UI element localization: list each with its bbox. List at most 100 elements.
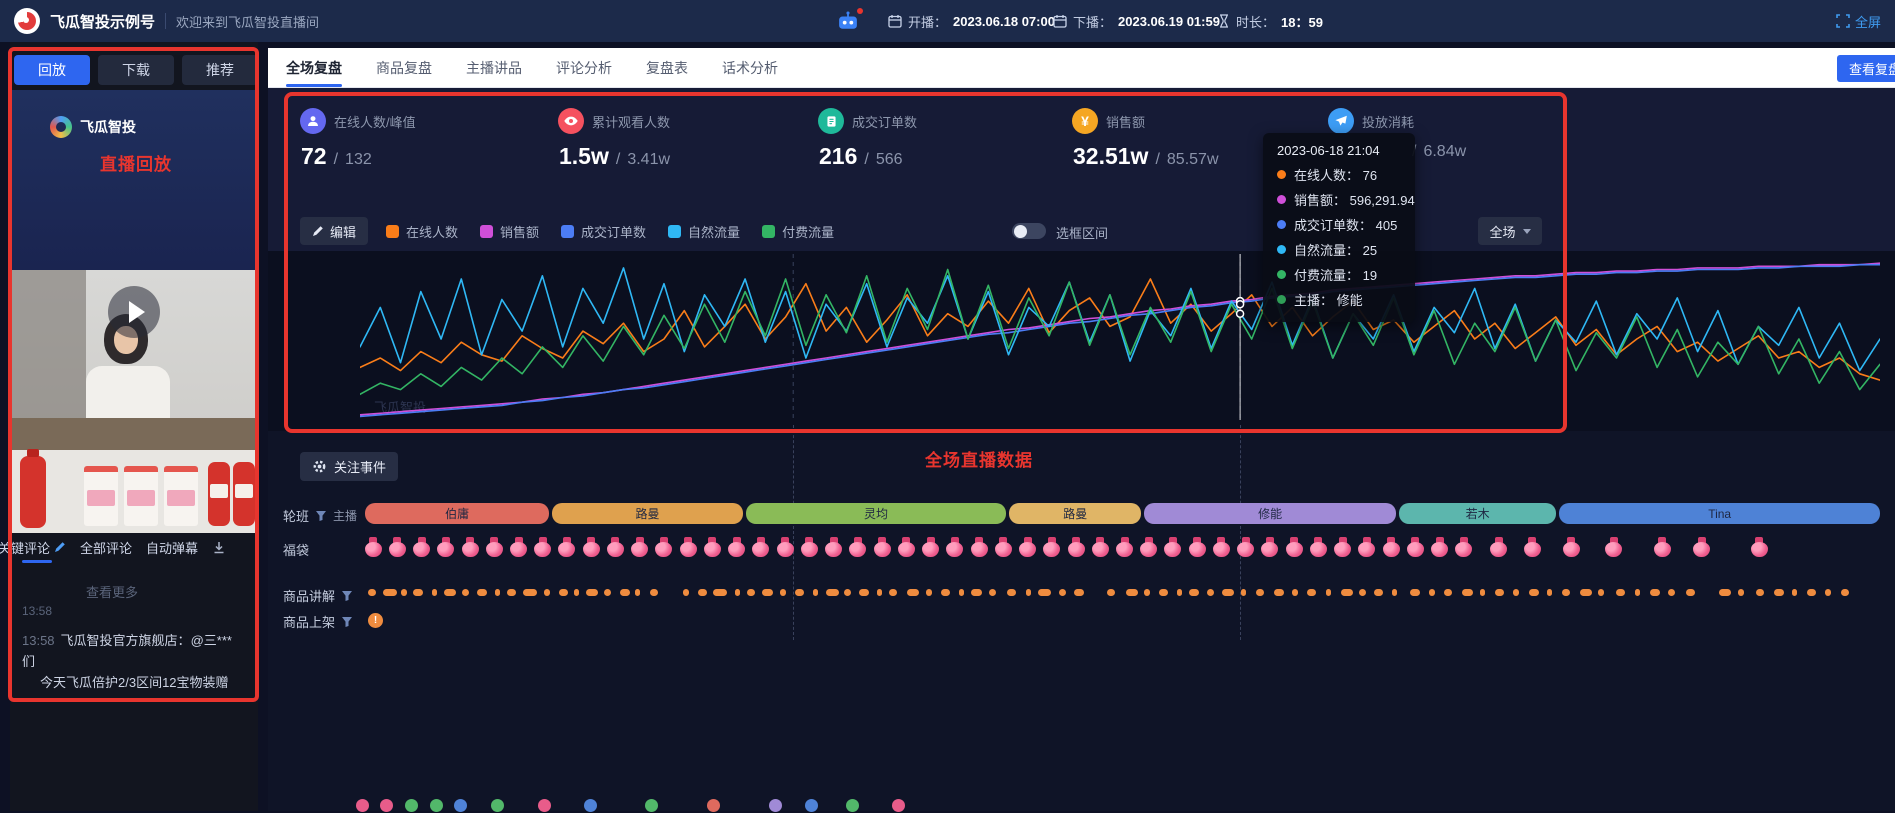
lucky-bag-icon[interactable] — [1383, 537, 1400, 557]
explain-event[interactable] — [507, 589, 516, 596]
event-dot[interactable] — [707, 799, 720, 812]
explain-event[interactable] — [1580, 589, 1592, 596]
legend-自然流量[interactable]: 自然流量 — [668, 222, 740, 241]
explain-event[interactable] — [826, 589, 839, 596]
lucky-bag-icon[interactable] — [1358, 537, 1375, 557]
lucky-bag-icon[interactable] — [1116, 537, 1133, 557]
filter-icon[interactable] — [341, 590, 353, 602]
explain-event[interactable] — [941, 589, 950, 596]
comment-tab-全部评论[interactable]: 全部评论 — [80, 538, 132, 557]
lucky-bag-icon[interactable] — [413, 537, 430, 557]
event-dot[interactable] — [356, 799, 369, 812]
filter-icon[interactable] — [341, 616, 353, 628]
explain-event[interactable] — [1635, 589, 1640, 596]
explain-event[interactable] — [1274, 589, 1284, 596]
explain-event[interactable] — [1792, 589, 1797, 596]
legend-成交订单数[interactable]: 成交订单数 — [561, 222, 646, 241]
lucky-bag-icon[interactable] — [971, 537, 988, 557]
explain-event[interactable] — [586, 589, 598, 596]
explain-event[interactable] — [1038, 589, 1051, 596]
watch-events-button[interactable]: 关注事件 — [300, 452, 398, 481]
live-metrics-chart[interactable]: 飞瓜智投 — [360, 252, 1880, 422]
lucky-bag-icon[interactable] — [1490, 537, 1507, 557]
lucky-bag-icon[interactable] — [1524, 537, 1541, 557]
sidebar-tab-回放[interactable]: 回放 — [14, 55, 90, 85]
play-button[interactable] — [108, 286, 160, 338]
explain-event[interactable] — [383, 589, 397, 596]
shift-segment-路曼[interactable]: 路曼 — [1009, 503, 1141, 524]
diagnose-button[interactable]: 查看复盘诊断 — [1837, 55, 1895, 82]
explain-event[interactable] — [1598, 589, 1604, 596]
lucky-bag-icon[interactable] — [1563, 537, 1580, 557]
explain-event[interactable] — [762, 589, 773, 596]
shift-segment-伯庸[interactable]: 伯庸 — [365, 503, 549, 524]
explain-event[interactable] — [444, 589, 456, 596]
event-dot[interactable] — [805, 799, 818, 812]
explain-event[interactable] — [1292, 589, 1298, 596]
explain-event[interactable] — [1807, 589, 1816, 596]
event-dot[interactable] — [405, 799, 418, 812]
explain-event[interactable] — [780, 589, 786, 596]
range-select-toggle[interactable] — [1012, 223, 1046, 239]
lucky-bag-icon[interactable] — [1455, 537, 1472, 557]
explain-event[interactable] — [1207, 589, 1214, 596]
event-dot[interactable] — [769, 799, 782, 812]
lucky-bag-icon[interactable] — [1237, 537, 1254, 557]
filter-icon[interactable] — [315, 510, 327, 522]
explain-event[interactable] — [1719, 589, 1731, 596]
lucky-bag-icon[interactable] — [825, 537, 842, 557]
lucky-bag-icon[interactable] — [1286, 537, 1303, 557]
lucky-bag-icon[interactable] — [1310, 537, 1327, 557]
lucky-bag-icon[interactable] — [1751, 537, 1768, 557]
explain-event[interactable] — [1495, 589, 1504, 596]
explain-event[interactable] — [1616, 589, 1625, 596]
lucky-bag-icon[interactable] — [1693, 537, 1710, 557]
explain-event[interactable] — [926, 589, 932, 596]
sidebar-tab-下载[interactable]: 下载 — [98, 55, 174, 85]
lucky-bag-icon[interactable] — [462, 537, 479, 557]
explain-event[interactable] — [735, 589, 740, 596]
scope-dropdown[interactable]: 全场 — [1478, 217, 1542, 245]
shift-segment-若木[interactable]: 若木 — [1399, 503, 1556, 524]
explain-event[interactable] — [1189, 589, 1199, 596]
explain-event[interactable] — [1429, 589, 1435, 596]
lucky-bag-icon[interactable] — [1164, 537, 1181, 557]
event-dot[interactable] — [380, 799, 393, 812]
lucky-bag-icon[interactable] — [1334, 537, 1351, 557]
explain-event[interactable] — [1107, 589, 1115, 596]
legend-销售额[interactable]: 销售额 — [480, 222, 539, 241]
explain-event[interactable] — [604, 589, 611, 596]
lucky-bag-icon[interactable] — [1213, 537, 1230, 557]
explain-event[interactable] — [859, 589, 869, 596]
explain-event[interactable] — [1825, 589, 1831, 596]
explain-event[interactable] — [432, 589, 437, 596]
lucky-bag-icon[interactable] — [728, 537, 745, 557]
lucky-bag-icon[interactable] — [922, 537, 939, 557]
legend-付费流量[interactable]: 付费流量 — [762, 222, 834, 241]
tab-全场复盘[interactable]: 全场复盘 — [286, 48, 342, 87]
explain-event[interactable] — [1738, 589, 1744, 596]
event-dot[interactable] — [584, 799, 597, 812]
shift-segment-Tina[interactable]: Tina — [1559, 503, 1880, 524]
explain-event[interactable] — [368, 589, 376, 596]
edit-button[interactable]: 编辑 — [300, 217, 368, 245]
lucky-bag-icon[interactable] — [1261, 537, 1278, 557]
lucky-bag-icon[interactable] — [1092, 537, 1109, 557]
explain-event[interactable] — [477, 589, 487, 596]
explain-event[interactable] — [574, 589, 579, 596]
explain-event[interactable] — [1756, 589, 1764, 596]
lucky-bag-icon[interactable] — [1431, 537, 1448, 557]
explain-event[interactable] — [813, 589, 818, 596]
lucky-bag-icon[interactable] — [995, 537, 1012, 557]
view-more-link[interactable]: 查看更多 — [12, 582, 212, 601]
explain-event[interactable] — [559, 589, 568, 596]
event-dot[interactable] — [846, 799, 859, 812]
comment-tab-自动弹幕[interactable]: 自动弹幕 — [146, 538, 198, 557]
explain-event[interactable] — [1007, 589, 1016, 596]
explain-event[interactable] — [1222, 589, 1234, 596]
lucky-bag-icon[interactable] — [777, 537, 794, 557]
event-dot[interactable] — [430, 799, 443, 812]
lucky-bag-icon[interactable] — [655, 537, 672, 557]
lucky-bag-icon[interactable] — [1068, 537, 1085, 557]
explain-event[interactable] — [959, 589, 964, 596]
